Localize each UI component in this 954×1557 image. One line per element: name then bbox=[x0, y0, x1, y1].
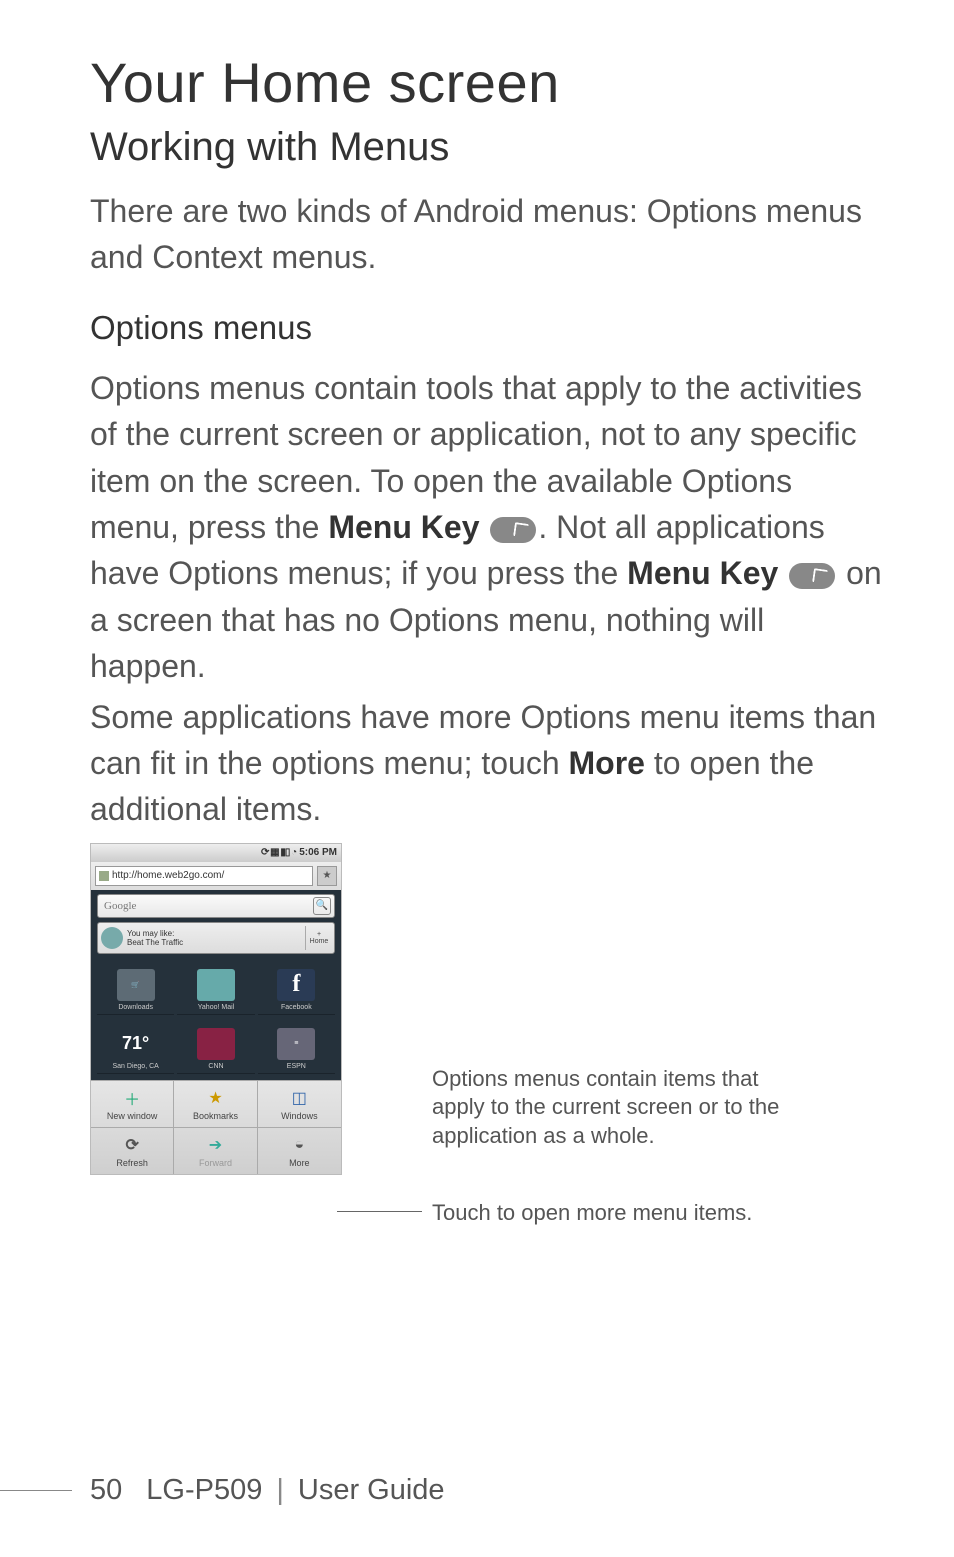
bookmark-page-button[interactable]: ★ bbox=[317, 866, 337, 886]
tile-downloads[interactable]: 🛒 Downloads bbox=[97, 959, 174, 1015]
more-circle-icon: ◒ bbox=[288, 1134, 310, 1156]
plus-circle-icon: ＋ bbox=[121, 1087, 143, 1109]
annotation-connector-line bbox=[337, 1211, 422, 1212]
refresh-icon: ⟳ bbox=[121, 1134, 143, 1156]
status-icons: ⟳ ▦ ▮▯ ◔ bbox=[261, 847, 296, 858]
tile-cnn[interactable]: CNN bbox=[177, 1018, 254, 1074]
add-home-button[interactable]: + Home bbox=[305, 926, 332, 950]
tile-label: Yahoo! Mail bbox=[198, 1004, 234, 1011]
page-title: Your Home screen bbox=[90, 50, 884, 115]
footer-separator: | bbox=[276, 1474, 284, 1507]
menu-key-label-2: Menu Key bbox=[627, 555, 778, 591]
options-paragraph-2: Some applications have more Options menu… bbox=[90, 694, 884, 833]
browser-content: Google 🔍 You may like: Beat The Traffic … bbox=[91, 890, 341, 1080]
weather-temp: 71° bbox=[122, 1033, 149, 1054]
plus-icon: + bbox=[317, 931, 321, 938]
more-label: More bbox=[569, 745, 645, 781]
options-menu: ＋ New window ★ Bookmarks ◫ Windows ⟳ Ref… bbox=[91, 1080, 341, 1174]
figure-row: ⟳ ▦ ▮▯ ◔ 5:06 PM http://home.web2go.com/… bbox=[90, 843, 884, 1175]
footer-rule bbox=[0, 1490, 72, 1491]
favicon-icon bbox=[99, 871, 109, 881]
tile-facebook[interactable]: f Facebook bbox=[258, 959, 335, 1015]
option-refresh[interactable]: ⟳ Refresh bbox=[91, 1127, 174, 1174]
tile-yahoo-mail[interactable]: Yahoo! Mail bbox=[177, 959, 254, 1015]
option-label: Windows bbox=[281, 1111, 318, 1121]
option-label: Bookmarks bbox=[193, 1111, 238, 1121]
tile-espn[interactable]: ≡ ESPN bbox=[258, 1018, 335, 1074]
menu-key-icon bbox=[490, 517, 536, 543]
page-number: 50 bbox=[90, 1474, 122, 1507]
url-field[interactable]: http://home.web2go.com/ bbox=[95, 866, 313, 886]
windows-icon: ◫ bbox=[288, 1087, 310, 1109]
promo-bar[interactable]: You may like: Beat The Traffic + Home bbox=[97, 922, 335, 954]
option-label: More bbox=[289, 1158, 310, 1168]
search-icon[interactable]: 🔍 bbox=[313, 897, 331, 915]
status-time: 5:06 PM bbox=[299, 847, 337, 858]
menu-key-label-1: Menu Key bbox=[328, 509, 479, 545]
espn-icon: ≡ bbox=[277, 1028, 315, 1060]
subsection-heading: Options menus bbox=[90, 309, 884, 347]
globe-icon bbox=[197, 969, 235, 1001]
phone-screenshot: ⟳ ▦ ▮▯ ◔ 5:06 PM http://home.web2go.com/… bbox=[90, 843, 342, 1175]
option-label: New window bbox=[107, 1111, 158, 1121]
tile-label: Downloads bbox=[118, 1004, 153, 1011]
home-label: Home bbox=[310, 938, 329, 945]
promo-line2: Beat The Traffic bbox=[127, 938, 183, 947]
cart-icon: 🛒 bbox=[117, 969, 155, 1001]
footer-guide: User Guide bbox=[298, 1474, 445, 1507]
star-icon: ★ bbox=[204, 1087, 226, 1109]
menu-key-icon bbox=[789, 563, 835, 589]
footer-model: LG-P509 bbox=[146, 1474, 262, 1507]
google-logo: Google bbox=[104, 900, 136, 912]
page-footer: 50 LG-P509 | User Guide bbox=[0, 1474, 954, 1507]
cnn-icon bbox=[197, 1028, 235, 1060]
tile-label: San Diego, CA bbox=[113, 1063, 159, 1070]
option-label: Refresh bbox=[116, 1158, 148, 1168]
annotation-more-item: Touch to open more menu items. bbox=[432, 1199, 812, 1228]
option-bookmarks[interactable]: ★ Bookmarks bbox=[174, 1080, 257, 1127]
option-label: Forward bbox=[199, 1158, 232, 1168]
intro-paragraph: There are two kinds of Android menus: Op… bbox=[90, 188, 884, 281]
tile-label: Facebook bbox=[281, 1004, 312, 1011]
facebook-icon: f bbox=[277, 969, 315, 1001]
tile-weather[interactable]: 71° San Diego, CA bbox=[97, 1018, 174, 1074]
portal-tiles: 🛒 Downloads Yahoo! Mail f Facebook 71° bbox=[97, 959, 335, 1074]
globe-icon bbox=[101, 927, 123, 949]
section-heading: Working with Menus bbox=[90, 125, 884, 170]
forward-arrow-icon: ➔ bbox=[204, 1134, 226, 1156]
option-forward[interactable]: ➔ Forward bbox=[174, 1127, 257, 1174]
tile-label: CNN bbox=[208, 1063, 223, 1070]
tile-label: ESPN bbox=[287, 1063, 306, 1070]
annotation-options-menu: Options menus contain items that apply t… bbox=[432, 1065, 812, 1151]
promo-line1: You may like: bbox=[127, 929, 174, 938]
url-text: http://home.web2go.com/ bbox=[112, 870, 224, 881]
browser-url-bar: http://home.web2go.com/ ★ bbox=[91, 862, 341, 890]
options-paragraph-1: Options menus contain tools that apply t… bbox=[90, 365, 884, 690]
option-new-window[interactable]: ＋ New window bbox=[91, 1080, 174, 1127]
weather-icon: 71° bbox=[117, 1028, 155, 1060]
status-bar: ⟳ ▦ ▮▯ ◔ 5:06 PM bbox=[91, 844, 341, 862]
page-container: Your Home screen Working with Menus Ther… bbox=[0, 0, 954, 1557]
option-more[interactable]: ◒ More bbox=[258, 1127, 341, 1174]
google-search-box[interactable]: Google 🔍 bbox=[97, 894, 335, 918]
option-windows[interactable]: ◫ Windows bbox=[258, 1080, 341, 1127]
